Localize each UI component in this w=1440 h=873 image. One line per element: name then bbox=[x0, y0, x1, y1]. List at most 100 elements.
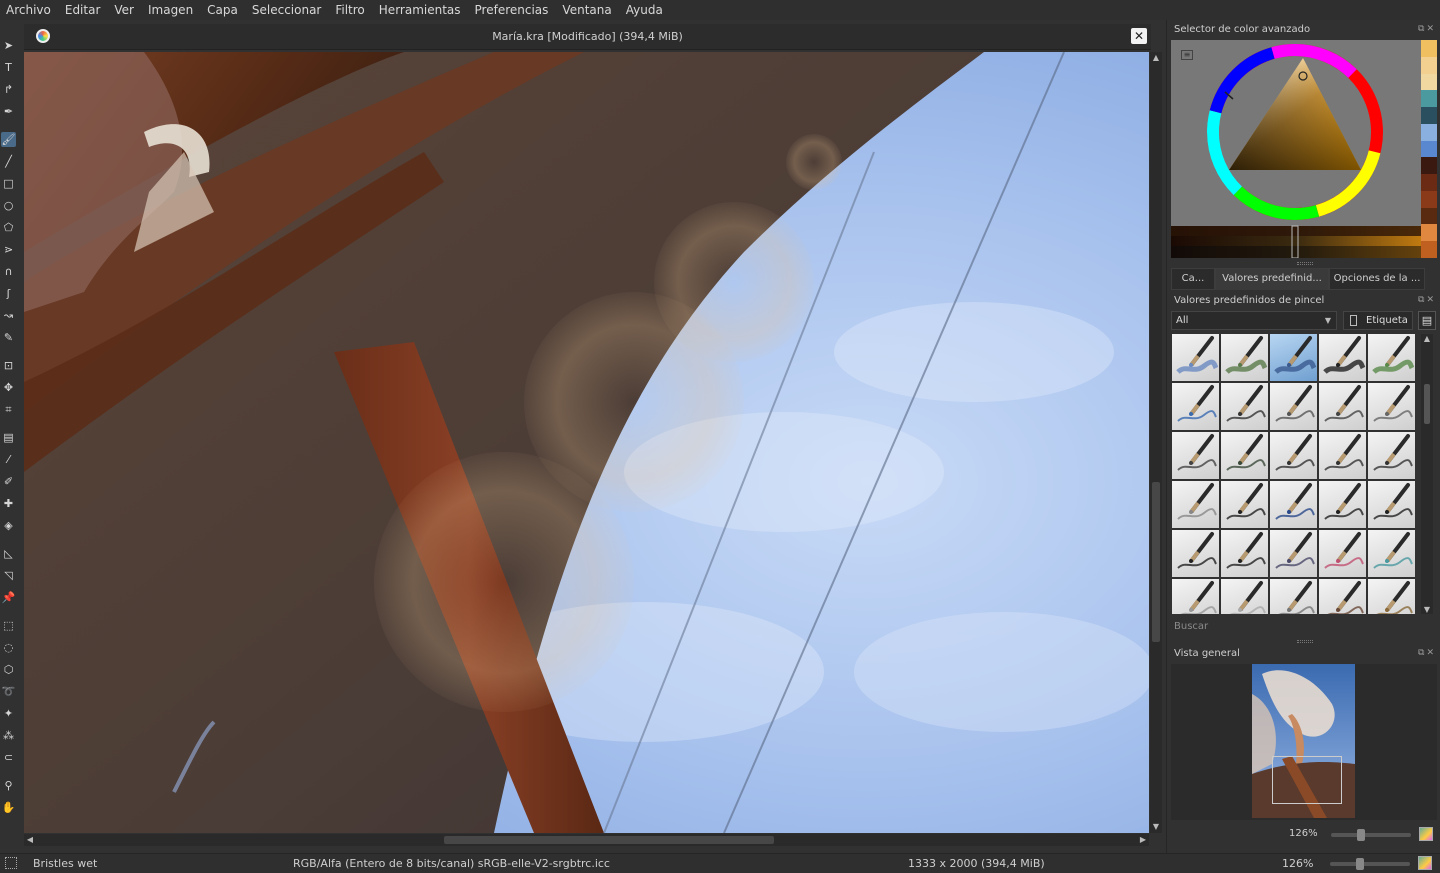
color-wheel[interactable] bbox=[1171, 40, 1421, 259]
tab-brush-presets[interactable]: Valores predefinid... bbox=[1215, 268, 1329, 290]
edit-shapes-tool[interactable]: ↱ bbox=[1, 82, 16, 97]
polyline-tool[interactable]: ⋗ bbox=[1, 242, 16, 257]
color-swatch[interactable] bbox=[1421, 207, 1437, 225]
color-swatch[interactable] bbox=[1421, 40, 1437, 57]
overview-thumbnail[interactable] bbox=[1252, 664, 1355, 818]
menu-capa[interactable]: Capa bbox=[207, 0, 238, 20]
pan-tool[interactable]: ✋ bbox=[1, 800, 16, 815]
brush-preset-item[interactable] bbox=[1319, 530, 1366, 577]
crop-tool[interactable]: ⌗ bbox=[1, 402, 16, 417]
line-tool[interactable]: ╱ bbox=[1, 154, 16, 169]
menu-imagen[interactable]: Imagen bbox=[148, 0, 193, 20]
brush-preset-item[interactable] bbox=[1172, 432, 1219, 479]
bezier-selection-tool[interactable]: ⊂ bbox=[1, 750, 16, 765]
brush-preset-item[interactable] bbox=[1221, 579, 1268, 614]
color-swatch[interactable] bbox=[1421, 241, 1437, 258]
dynamic-brush-tool[interactable]: ↝ bbox=[1, 308, 16, 323]
brush-presets-scrollbar[interactable]: ▲ ▼ bbox=[1421, 334, 1433, 614]
colorize-mask-tool[interactable]: ✐ bbox=[1, 474, 16, 489]
multibrush-tool[interactable]: ✎ bbox=[1, 330, 16, 345]
status-zoom-slider[interactable] bbox=[1330, 858, 1410, 870]
menu-preferencias[interactable]: Preferencias bbox=[475, 0, 549, 20]
scroll-up-arrow-icon[interactable]: ▲ bbox=[1421, 334, 1433, 343]
panel-resize-grip[interactable] bbox=[1297, 262, 1313, 265]
color-swatch[interactable] bbox=[1421, 56, 1437, 74]
brush-preset-item[interactable] bbox=[1172, 579, 1219, 614]
tab-tool-options[interactable]: Opciones de la ... bbox=[1329, 268, 1425, 290]
bezier-tool[interactable]: ∩ bbox=[1, 264, 16, 279]
assistant-tool[interactable]: ◺ bbox=[1, 546, 16, 561]
polygonal-selection-tool[interactable]: ⬡ bbox=[1, 662, 16, 677]
freehand-path-tool[interactable]: ʃ bbox=[1, 286, 16, 301]
text-tool[interactable]: T bbox=[1, 60, 16, 75]
color-swatch[interactable] bbox=[1421, 140, 1437, 158]
tab-ca[interactable]: Ca... bbox=[1171, 268, 1215, 290]
scroll-down-arrow-icon[interactable]: ▼ bbox=[1150, 821, 1162, 833]
slider-knob[interactable] bbox=[1357, 829, 1365, 841]
view-mode-button[interactable]: ▤ bbox=[1418, 311, 1436, 330]
brush-preset-item[interactable] bbox=[1172, 383, 1219, 430]
brush-presets-panel-buttons[interactable]: ⧉✕ bbox=[1418, 295, 1436, 305]
brush-preset-item[interactable] bbox=[1270, 334, 1317, 381]
color-selector-menu-icon[interactable]: ≡ bbox=[1181, 50, 1193, 60]
brush-preset-item[interactable] bbox=[1221, 481, 1268, 528]
canvas[interactable] bbox=[24, 52, 1149, 833]
brush-preset-item[interactable] bbox=[1172, 334, 1219, 381]
brush-preset-item[interactable] bbox=[1319, 481, 1366, 528]
canvas-horizontal-scrollbar[interactable]: ◀ ▶ bbox=[24, 834, 1149, 846]
reference-images-tool[interactable]: 📌 bbox=[1, 590, 16, 605]
brush-preset-item[interactable] bbox=[1270, 383, 1317, 430]
brush-preset-item[interactable] bbox=[1368, 383, 1415, 430]
brush-preset-item[interactable] bbox=[1221, 530, 1268, 577]
contiguous-selection-tool[interactable]: ✦ bbox=[1, 706, 16, 721]
brush-preset-item[interactable] bbox=[1368, 579, 1415, 614]
similar-selection-tool[interactable]: ⁂ bbox=[1, 728, 16, 743]
menu-ayuda[interactable]: Ayuda bbox=[626, 0, 663, 20]
brush-preset-item[interactable] bbox=[1270, 579, 1317, 614]
elliptical-selection-tool[interactable]: ◌ bbox=[1, 640, 16, 655]
menu-filtro[interactable]: Filtro bbox=[335, 0, 364, 20]
menu-seleccionar[interactable]: Seleccionar bbox=[252, 0, 321, 20]
rectangular-selection-tool[interactable]: ⬚ bbox=[1, 618, 16, 633]
brush-preset-item[interactable] bbox=[1368, 334, 1415, 381]
transform-tool[interactable]: ⊡ bbox=[1, 358, 16, 373]
brush-preset-item[interactable] bbox=[1221, 432, 1268, 479]
presets-scroll-thumb[interactable] bbox=[1424, 384, 1430, 424]
brush-preset-item[interactable] bbox=[1368, 481, 1415, 528]
scroll-up-arrow-icon[interactable]: ▲ bbox=[1150, 52, 1162, 64]
gradient-tool[interactable]: ▤ bbox=[1, 430, 16, 445]
rectangle-tool[interactable]: □ bbox=[1, 176, 16, 191]
brush-preset-item[interactable] bbox=[1221, 334, 1268, 381]
brush-preset-item[interactable] bbox=[1270, 432, 1317, 479]
overview-zoom-slider[interactable] bbox=[1331, 829, 1411, 841]
close-document-button[interactable]: ✕ bbox=[1131, 28, 1147, 44]
menu-ver[interactable]: Ver bbox=[114, 0, 134, 20]
brush-preset-item[interactable] bbox=[1368, 432, 1415, 479]
color-swatch[interactable] bbox=[1421, 107, 1437, 124]
brush-preset-item[interactable] bbox=[1319, 579, 1366, 614]
color-swatch[interactable] bbox=[1421, 73, 1437, 91]
fill-tool[interactable]: ◈ bbox=[1, 518, 16, 533]
menu-archivo[interactable]: Archivo bbox=[6, 0, 51, 20]
zoom-tool[interactable]: ⚲ bbox=[1, 778, 16, 793]
measure-tool[interactable]: ◹ bbox=[1, 568, 16, 583]
smart-patch-tool[interactable]: ✚ bbox=[1, 496, 16, 511]
color-swatch[interactable] bbox=[1421, 224, 1437, 242]
tag-filter-select[interactable]: All ▼ bbox=[1171, 311, 1337, 330]
overview-panel-buttons[interactable]: ⧉✕ bbox=[1418, 648, 1436, 658]
freehand-brush-tool[interactable]: 🖌 bbox=[1, 132, 16, 147]
menu-ventana[interactable]: Ventana bbox=[562, 0, 611, 20]
color-swatch[interactable] bbox=[1421, 157, 1437, 175]
color-swatch[interactable] bbox=[1421, 123, 1437, 141]
freehand-selection-tool[interactable]: ➰ bbox=[1, 684, 16, 699]
fit-view-icon[interactable] bbox=[1418, 856, 1432, 870]
overview-viewport-rect[interactable] bbox=[1272, 756, 1342, 804]
vertical-scroll-thumb[interactable] bbox=[1152, 482, 1160, 642]
ellipse-tool[interactable]: ○ bbox=[1, 198, 16, 213]
brush-preset-item[interactable] bbox=[1172, 530, 1219, 577]
calligraphy-tool[interactable]: ✒ bbox=[1, 104, 16, 119]
color-picker-tool[interactable]: ⁄ bbox=[1, 452, 16, 467]
polygon-tool[interactable]: ⬠ bbox=[1, 220, 16, 235]
brush-preset-item[interactable] bbox=[1368, 530, 1415, 577]
brush-preset-item[interactable] bbox=[1172, 481, 1219, 528]
